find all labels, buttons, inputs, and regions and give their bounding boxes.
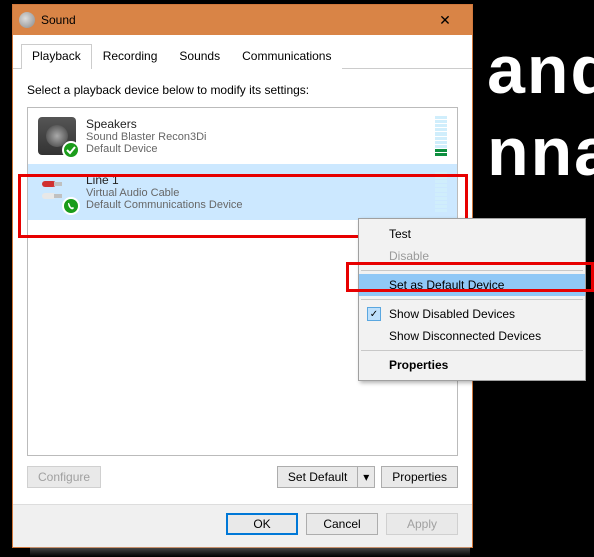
close-button[interactable]: ✕ — [424, 8, 466, 32]
phone-badge-icon — [62, 197, 80, 215]
device-status: Default Device — [86, 143, 429, 155]
device-row[interactable]: Speakers Sound Blaster Recon3Di Default … — [28, 108, 457, 164]
default-badge-icon — [62, 141, 80, 159]
set-default-dropdown[interactable]: ▾ — [357, 466, 375, 488]
close-icon: ✕ — [439, 12, 451, 29]
device-row[interactable]: Line 1 Virtual Audio Cable Default Commu… — [28, 164, 457, 220]
instruction-text: Select a playback device below to modify… — [27, 83, 458, 97]
menu-separator — [361, 299, 583, 300]
menu-separator — [361, 270, 583, 271]
check-icon: ✓ — [367, 307, 381, 321]
cable-icon — [38, 173, 76, 211]
device-status: Default Communications Device — [86, 199, 429, 211]
configure-button[interactable]: Configure — [27, 466, 101, 488]
menu-show-disabled[interactable]: ✓ Show Disabled Devices — [359, 303, 585, 325]
context-menu: Test Disable Set as Default Device ✓ Sho… — [358, 218, 586, 381]
tab-communications[interactable]: Communications — [231, 44, 342, 69]
menu-set-default-device[interactable]: Set as Default Device — [359, 274, 585, 296]
tab-strip: Playback Recording Sounds Communications — [13, 43, 472, 69]
level-meter — [435, 116, 447, 156]
level-meter — [435, 172, 447, 212]
device-name: Line 1 — [86, 173, 429, 187]
window-title: Sound — [41, 13, 424, 27]
set-default-button[interactable]: Set Default — [277, 466, 357, 488]
sound-icon — [19, 12, 35, 28]
device-sub: Virtual Audio Cable — [86, 187, 429, 199]
cancel-button[interactable]: Cancel — [306, 513, 378, 535]
device-name: Speakers — [86, 117, 429, 131]
tab-sounds[interactable]: Sounds — [168, 44, 231, 69]
menu-disable[interactable]: Disable — [359, 245, 585, 267]
tab-recording[interactable]: Recording — [92, 44, 169, 69]
set-default-split-button[interactable]: Set Default ▾ — [277, 466, 375, 488]
bottom-button-row: Configure Set Default ▾ Properties — [27, 456, 458, 494]
titlebar[interactable]: Sound ✕ — [13, 5, 472, 35]
device-info: Speakers Sound Blaster Recon3Di Default … — [86, 117, 429, 155]
tab-playback[interactable]: Playback — [21, 44, 92, 69]
shadow — [30, 547, 470, 557]
menu-separator — [361, 350, 583, 351]
properties-button[interactable]: Properties — [381, 466, 458, 488]
ok-button[interactable]: OK — [226, 513, 298, 535]
device-info: Line 1 Virtual Audio Cable Default Commu… — [86, 173, 429, 211]
menu-show-disconnected[interactable]: Show Disconnected Devices — [359, 325, 585, 347]
dialog-button-row: OK Cancel Apply — [13, 504, 472, 547]
device-sub: Sound Blaster Recon3Di — [86, 131, 429, 143]
menu-test[interactable]: Test — [359, 223, 585, 245]
speaker-icon — [38, 117, 76, 155]
apply-button[interactable]: Apply — [386, 513, 458, 535]
menu-properties[interactable]: Properties — [359, 354, 585, 376]
background-text: and nna — [487, 30, 594, 193]
